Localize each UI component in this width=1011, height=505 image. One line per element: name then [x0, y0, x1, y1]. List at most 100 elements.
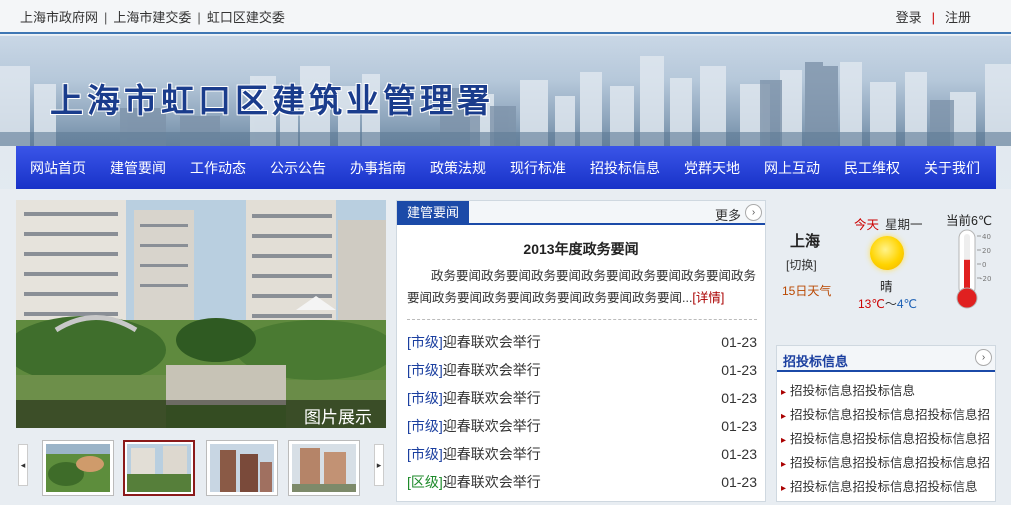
banner: 上海市虹口区建筑业管理署 — [0, 36, 1011, 146]
thumbnail-active[interactable] — [123, 440, 195, 496]
tab-news[interactable]: 建管要闻 — [397, 201, 470, 225]
chevron-right-icon[interactable]: › — [745, 204, 762, 221]
residential-photo — [16, 200, 386, 428]
register-link[interactable]: 注册 — [945, 10, 971, 25]
news-more-link[interactable]: 更多 — [715, 205, 741, 224]
news-tag: [区级] — [407, 474, 443, 490]
news-tag: [市级] — [407, 334, 443, 350]
account-separator: | — [931, 10, 935, 25]
chevron-right-icon[interactable]: › — [975, 349, 992, 366]
news-panel: 建管要闻 更多 › 2013年度政务要闻 政务要闻政务要闻政务要闻政务要闻政务要… — [396, 200, 766, 502]
link-separator: | — [104, 10, 108, 25]
list-item[interactable]: [市级]迎春联欢会举行 01-23 — [407, 384, 757, 412]
nav-announcements[interactable]: 公示公告 — [258, 158, 338, 178]
thumbnail[interactable] — [42, 440, 114, 496]
today-label: 今天 — [854, 218, 880, 232]
nav-guide[interactable]: 办事指南 — [338, 158, 418, 178]
news-date: 01-23 — [721, 334, 757, 350]
news-date: 01-23 — [721, 418, 757, 434]
temperature-range: 13℃～4℃ — [858, 295, 917, 312]
news-panel-header: 建管要闻 更多 › — [397, 201, 765, 225]
temp-low: 4℃ — [896, 297, 917, 311]
account-links: 登录 | 注册 — [896, 7, 971, 26]
news-title[interactable]: 迎春联欢会举行 — [443, 362, 541, 378]
nav-work-updates[interactable]: 工作动态 — [178, 158, 258, 178]
bidding-title[interactable]: 招投标信息 — [783, 351, 848, 370]
nav-standards[interactable]: 现行标准 — [498, 158, 578, 178]
detail-link[interactable]: [详情] — [692, 291, 724, 305]
link-separator: | — [197, 10, 201, 25]
news-date: 01-23 — [721, 446, 757, 462]
thumbnail-strip: ◂ ▸ — [16, 440, 386, 496]
list-item[interactable]: [市级]迎春联欢会举行 01-23 — [407, 356, 757, 384]
headline-summary: 政务要闻政务要闻政务要闻政务要闻政务要闻政务要闻政务要闻政务要闻政务要闻政务要闻… — [407, 265, 757, 309]
news-tag: [市级] — [407, 446, 443, 462]
tower-thumbnail — [210, 444, 274, 492]
list-item[interactable]: 招投标信息招投标信息招投标信息招 — [781, 403, 993, 427]
news-date: 01-23 — [721, 474, 757, 490]
link-shanghai-jjw[interactable]: 上海市建交委 — [113, 10, 191, 25]
news-date: 01-23 — [721, 362, 757, 378]
bidding-panel-header: 招投标信息 › — [777, 346, 995, 372]
headline[interactable]: 2013年度政务要闻 — [397, 239, 765, 259]
nav-party[interactable]: 党群天地 — [672, 158, 752, 178]
list-item[interactable]: 招投标信息招投标信息招投标信息招 — [781, 427, 993, 451]
nav-news[interactable]: 建管要闻 — [98, 158, 178, 178]
nav-worker-rights[interactable]: 民工维权 — [832, 158, 912, 178]
link-shanghai-gov[interactable]: 上海市政府网 — [20, 10, 98, 25]
bidding-list: 招投标信息招投标信息 招投标信息招投标信息招投标信息招 招投标信息招投标信息招投… — [781, 379, 993, 499]
main-nav: 网站首页 建管要闻 工作动态 公示公告 办事指南 政策法规 现行标准 招投标信息… — [16, 146, 996, 189]
list-item[interactable]: [市级]迎春联欢会举行 01-23 — [407, 328, 757, 356]
list-item[interactable]: [市级]迎春联欢会举行 01-23 — [407, 440, 757, 468]
weather-city: 上海 — [790, 233, 821, 250]
next-arrow-icon[interactable]: ▸ — [374, 444, 384, 486]
news-title[interactable]: 迎春联欢会举行 — [443, 418, 541, 434]
news-title[interactable]: 迎春联欢会举行 — [443, 474, 541, 490]
news-title[interactable]: 迎春联欢会举行 — [443, 334, 541, 350]
scale-label: 20 — [982, 247, 991, 255]
nav-policy[interactable]: 政策法规 — [418, 158, 498, 178]
thumbnail[interactable] — [288, 440, 360, 496]
weather-today: 今天 星期一 — [854, 214, 923, 233]
scale-label: 40 — [982, 233, 991, 241]
list-item[interactable]: [市级]迎春联欢会举行 01-23 — [407, 412, 757, 440]
thermometer-icon: 40 20 0 -20 — [956, 229, 991, 309]
temp-range-sep: ～ — [884, 297, 897, 311]
apartment-thumbnail — [292, 444, 356, 492]
news-tag: [市级] — [407, 362, 443, 378]
news-date: 01-23 — [721, 390, 757, 406]
news-list: [市级]迎春联欢会举行 01-23 [市级]迎春联欢会举行 01-23 [市级]迎春… — [407, 328, 757, 496]
top-bar: 上海市政府网 | 上海市建交委 | 虹口区建交委 登录 | 注册 — [0, 0, 1011, 34]
nav-online[interactable]: 网上互动 — [752, 158, 832, 178]
weather-condition: 晴 — [880, 280, 893, 294]
news-tag: [市级] — [407, 418, 443, 434]
city-switch-link[interactable]: [切换] — [786, 256, 817, 273]
news-tag: [市级] — [407, 390, 443, 406]
temp-high: 13℃ — [858, 297, 885, 311]
weather-widget: 上海 [切换] 15日天气 今天 星期一 晴 13℃～4℃ 当前6℃ 40 20 … — [772, 200, 997, 338]
link-hongkou-jjw[interactable]: 虹口区建交委 — [207, 10, 285, 25]
login-link[interactable]: 登录 — [896, 10, 922, 25]
news-title[interactable]: 迎春联欢会举行 — [443, 446, 541, 462]
current-temperature: 当前6℃ — [946, 214, 992, 228]
residential-thumbnail — [127, 444, 191, 492]
forecast-link[interactable]: 15日天气 — [782, 282, 831, 299]
scale-label: -20 — [980, 275, 991, 283]
divider — [407, 319, 757, 320]
news-title[interactable]: 迎春联欢会举行 — [443, 390, 541, 406]
prev-arrow-icon[interactable]: ◂ — [18, 444, 28, 486]
nav-about[interactable]: 关于我们 — [912, 158, 992, 178]
external-links: 上海市政府网 | 上海市建交委 | 虹口区建交委 — [20, 7, 285, 26]
list-item[interactable]: 招投标信息招投标信息 — [781, 379, 993, 403]
scale-label: 0 — [982, 261, 986, 269]
site-title: 上海市虹口区建筑业管理署 — [50, 81, 494, 120]
nav-home[interactable]: 网站首页 — [16, 158, 98, 178]
list-item[interactable]: [区级]迎春联欢会举行 01-23 — [407, 468, 757, 496]
nav-bidding[interactable]: 招投标信息 — [578, 158, 672, 178]
photo-caption: 图片展示 — [304, 408, 372, 427]
featured-photo[interactable]: 图片展示 — [16, 200, 386, 428]
thumbnail[interactable] — [206, 440, 278, 496]
list-item[interactable]: 招投标信息招投标信息招投标信息 — [781, 475, 993, 499]
list-item[interactable]: 招投标信息招投标信息招投标信息招 — [781, 451, 993, 475]
bidding-panel: 招投标信息 › 招投标信息招投标信息 招投标信息招投标信息招投标信息招 招投标信… — [776, 345, 996, 502]
